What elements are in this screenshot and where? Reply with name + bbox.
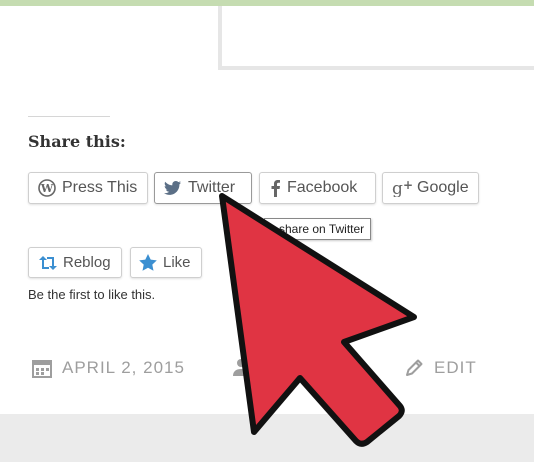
mouse-pointer-icon (219, 193, 417, 447)
